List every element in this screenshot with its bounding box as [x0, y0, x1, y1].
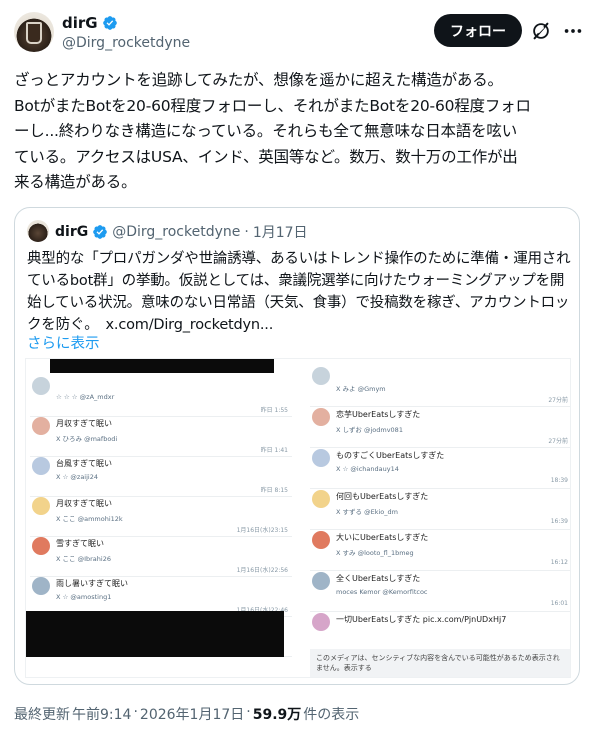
media-avatar [312, 572, 330, 590]
media-post-time: 27分前 [548, 397, 568, 404]
media-avatar [312, 490, 330, 508]
grok-icon[interactable] [530, 20, 552, 42]
media-dark-image [50, 359, 274, 373]
media-avatar [32, 377, 50, 395]
media-post-handle: X ひろみ @mafbodi [56, 435, 118, 443]
media-post-text: 月収すぎて眠い [56, 419, 112, 428]
tweet-text: ざっとアカウントを追跡してみたが、想像を遥かに超えた構造がある。 BotがまたB… [14, 71, 531, 191]
media-post-text: 大いにUberEatsしすぎた [336, 533, 429, 542]
views-count: 59.9万 [252, 707, 302, 723]
media-post-time: 18:39 [550, 477, 568, 484]
tweet-time[interactable]: 午前9:14 [72, 704, 131, 724]
media-post-text: 雪すぎて眠い [56, 539, 104, 548]
media-list-item: 月収すぎて眠い X ここ @ammohi12k 1月16日(水)23:15 [30, 493, 292, 537]
quote-author-handle[interactable]: @Dirg_rocketdyne [112, 224, 240, 240]
author-avatar[interactable] [14, 12, 54, 52]
media-list-item: 雪すぎて眠い X ここ @Ibrahi26 1月16日(水)22:56 [30, 533, 292, 577]
media-list-item: X みよ @Gmym 27分前 [310, 363, 570, 407]
media-list-item: 一切UberEatsしすぎた pic.x.com/PjnUDxHj7 [310, 609, 570, 653]
media-post-text: 台風すぎて眠い [56, 459, 112, 468]
quote-text: 典型的な「プロパガンダや世論誘導、あるいはトレンド操作のために準備・運用されてい… [27, 251, 571, 333]
media-dark-image [26, 611, 284, 657]
media-avatar [312, 367, 330, 385]
author-handle[interactable]: @Dirg_rocketdyne [62, 35, 190, 51]
media-list-item: 大いにUberEatsしすぎた X すみ @looto_fl_1bmeg 16:12 [310, 527, 570, 571]
media-avatar [32, 457, 50, 475]
media-avatar [312, 408, 330, 426]
author-name-row[interactable]: dirG [62, 14, 118, 32]
media-left-column: ☆ ☆ ☆ @zA_mdxr 昨日 1:55 月収すぎて眠い X ひろみ @mafbo… [26, 359, 298, 677]
media-list-item: 台風すぎて眠い X ☆ @zaiji24 昨日 8:15 [30, 453, 292, 497]
media-list-item: 全くUberEatsしすぎた moces Kemor @Kemorfitcoc 16… [310, 568, 570, 612]
media-post-text: 一切UberEatsしすぎた pic.x.com/PjnUDxHj7 [336, 615, 507, 624]
media-avatar [312, 613, 330, 631]
media-list-item: ものすごくUberEatsしすぎた X ☆ @ichandauy14 18:39 [310, 445, 570, 489]
media-avatar [32, 417, 50, 435]
media-post-handle: X しずお @jodmv081 [336, 426, 403, 434]
quote-date[interactable]: 1月17日 [253, 222, 308, 242]
media-post-handle: X ☆ @zaiji24 [56, 473, 98, 481]
media-post-text: 月収すぎて眠い [56, 499, 112, 508]
media-post-handle: X すずる @Ekio_dm [336, 508, 398, 516]
quoted-tweet[interactable]: dirG @Dirg_rocketdyne · 1月17日 典型的な「プロパガン… [14, 207, 580, 685]
media-post-time: 16:12 [550, 559, 568, 566]
verified-badge-icon [102, 16, 117, 30]
quote-header: dirG @Dirg_rocketdyne · 1月17日 [55, 222, 308, 242]
media-post-time: 16:39 [550, 518, 568, 525]
quote-author-avatar[interactable] [27, 220, 49, 242]
more-options-icon[interactable] [562, 20, 584, 42]
media-post-handle: X ここ @Ibrahi26 [56, 555, 111, 563]
verified-badge-icon [93, 225, 108, 239]
media-list-item: ☆ ☆ ☆ @zA_mdxr 昨日 1:55 [30, 373, 292, 417]
media-right-column: X みよ @Gmym 27分前 恋芋UberEatsしすぎた X しずお @jodmv… [306, 359, 570, 677]
show-more-link[interactable]: さらに表示 [27, 332, 100, 353]
media-avatar [32, 537, 50, 555]
footer-separator: · [246, 704, 251, 720]
author-display-name[interactable]: dirG [62, 14, 98, 32]
media-avatar [312, 531, 330, 549]
media-post-handle: X ☆ @amosting1 [56, 593, 112, 601]
media-post-time: 27分前 [548, 438, 568, 445]
media-post-text: ものすごくUberEatsしすぎた [336, 451, 445, 460]
media-avatar [32, 497, 50, 515]
media-post-handle: X ☆ @ichandauy14 [336, 465, 399, 473]
media-post-handle: X みよ @Gmym [336, 385, 386, 393]
media-post-handle: X ここ @ammohi12k [56, 515, 123, 523]
media-post-text: 何回もUberEatsしすぎた [336, 492, 429, 501]
tweet-date[interactable]: 2026年1月17日 [140, 704, 244, 724]
views-label: 件の表示 [303, 707, 360, 723]
media-list-item: 恋芋UberEatsしすぎた X しずお @jodmv081 27分前 [310, 404, 570, 448]
sensitive-media-notice[interactable]: このメディアは、センシティブな内容を含んでいる可能性があるため表示されません。表… [310, 649, 570, 677]
media-post-text: 雨し暑いすぎて眠い [56, 579, 128, 588]
media-post-text: 恋芋UberEatsしすぎた [336, 410, 421, 419]
media-avatar [32, 577, 50, 595]
media-post-handle: moces Kemor @Kemorfitcoc [336, 588, 428, 596]
quote-author-name[interactable]: dirG [55, 224, 88, 240]
media-avatar [312, 449, 330, 467]
media-post-text: 全くUberEatsしすぎた [336, 574, 421, 583]
media-list-item: 月収すぎて眠い X ひろみ @mafbodi 昨日 1:41 [30, 413, 292, 457]
quote-separator: · [244, 224, 249, 240]
follow-button[interactable]: フォロー [434, 14, 522, 47]
media-post-handle: X すみ @looto_fl_1bmeg [336, 549, 414, 557]
media-post-time: 16:01 [550, 600, 568, 607]
footer-separator: · [133, 704, 138, 720]
quote-media-screenshot[interactable]: ☆ ☆ ☆ @zA_mdxr 昨日 1:55 月収すぎて眠い X ひろみ @mafbo… [25, 358, 571, 678]
media-post-handle: ☆ ☆ ☆ @zA_mdxr [56, 393, 115, 401]
tweet-footer: 最終更新 午前9:14 · 2026年1月17日 · 59.9万 件の表示 [14, 704, 359, 724]
last-updated-label: 最終更新 [14, 707, 70, 723]
media-list-item: 何回もUberEatsしすぎた X すずる @Ekio_dm 16:39 [310, 486, 570, 530]
